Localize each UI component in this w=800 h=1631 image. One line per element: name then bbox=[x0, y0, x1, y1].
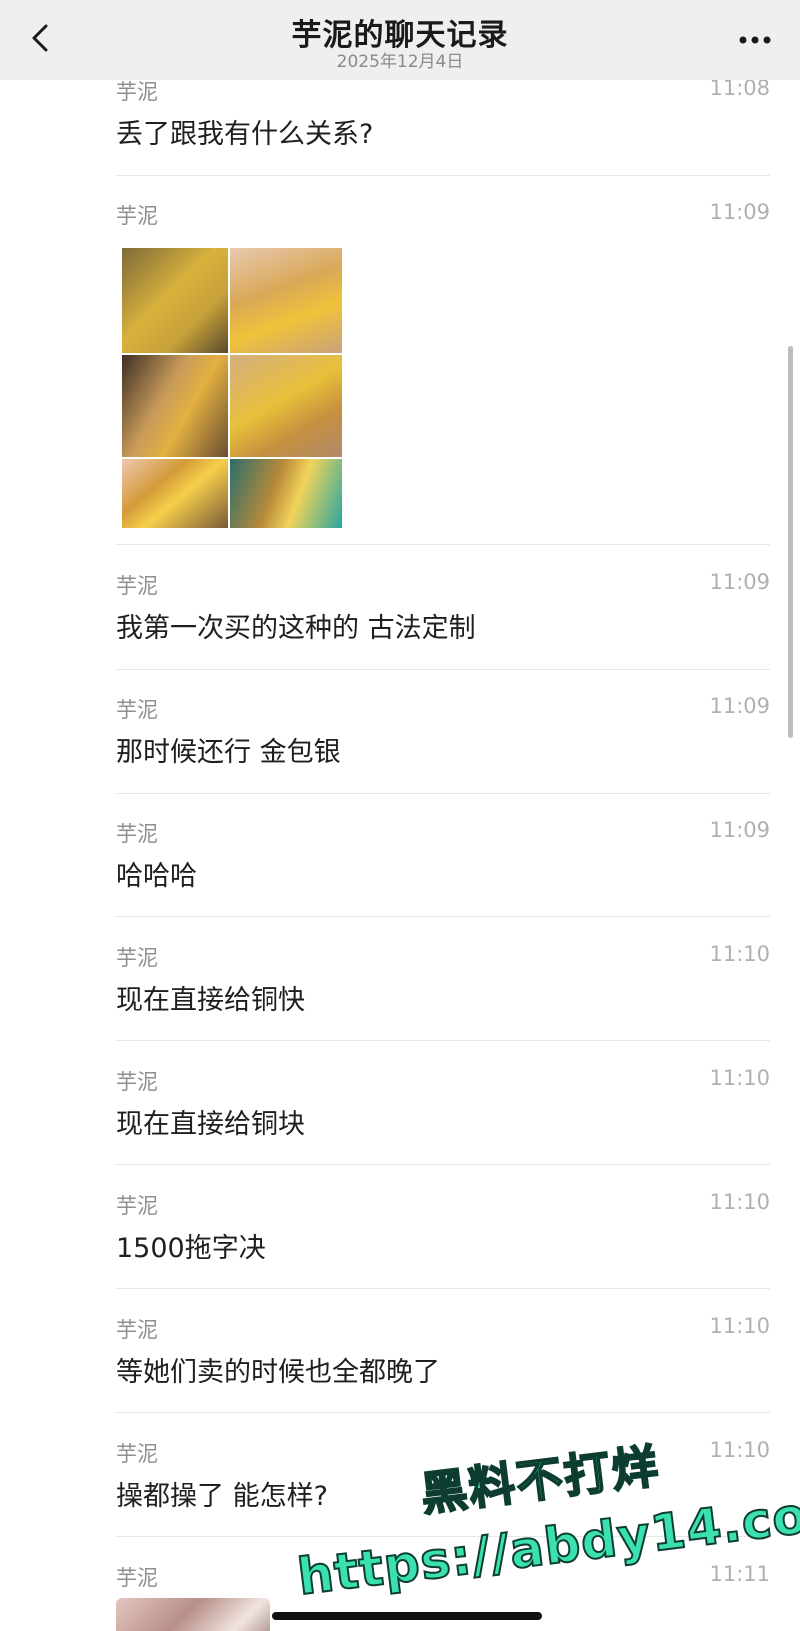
message-image-thumbnail[interactable] bbox=[116, 1598, 270, 1631]
gold-charm-photo bbox=[229, 354, 343, 458]
message-sender: 芋泥 bbox=[116, 1566, 158, 1590]
message-item[interactable]: 芋泥 11:09 那时候还行 金包银 bbox=[116, 694, 770, 794]
message-time: 11:09 bbox=[709, 570, 770, 594]
gold-pendant-photo bbox=[121, 247, 229, 354]
photo-collage-image[interactable] bbox=[121, 247, 343, 529]
message-sender: 芋泥 bbox=[116, 1318, 158, 1342]
message-sender: 芋泥 bbox=[116, 1442, 158, 1466]
message-sender: 芋泥 bbox=[116, 574, 158, 598]
message-text: 那时候还行 金包银 bbox=[116, 737, 341, 768]
message-text: 现在直接给铜块 bbox=[116, 1109, 305, 1140]
page-subtitle-date: 2025年12月4日 bbox=[336, 52, 464, 72]
message-time: 11:10 bbox=[709, 1438, 770, 1462]
home-indicator[interactable] bbox=[272, 1612, 542, 1620]
more-dots-icon bbox=[739, 36, 771, 44]
gold-bracelet-photo bbox=[121, 354, 229, 458]
message-item[interactable]: 芋泥 11:09 哈哈哈 bbox=[116, 818, 770, 917]
message-time: 11:10 bbox=[709, 1066, 770, 1090]
message-text: 现在直接给铜快 bbox=[116, 985, 305, 1016]
message-item[interactable]: 芋泥 11:10 现在直接给铜快 bbox=[116, 942, 770, 1041]
message-item[interactable]: 芋泥 11:10 操都操了 能怎样? bbox=[116, 1438, 770, 1537]
message-text: 1500拖字决 bbox=[116, 1233, 266, 1264]
message-time: 11:10 bbox=[709, 942, 770, 966]
message-sender: 芋泥 bbox=[116, 204, 158, 228]
message-sender: 芋泥 bbox=[116, 822, 158, 846]
message-item[interactable]: 芋泥 11:09 我第一次买的这种的 古法定制 bbox=[116, 570, 770, 670]
message-item[interactable]: 芋泥 11:09 bbox=[116, 200, 770, 545]
message-item[interactable]: 芋泥 11:10 等她们卖的时候也全都晚了 bbox=[116, 1314, 770, 1413]
message-time: 11:10 bbox=[709, 1190, 770, 1214]
chat-record-list: 芋泥 11:08 丢了跟我有什么关系? 芋泥 11:09 芋泥 11:09 我第… bbox=[0, 0, 800, 1631]
message-time: 11:10 bbox=[709, 1314, 770, 1338]
message-time: 11:09 bbox=[709, 818, 770, 842]
message-time: 11:09 bbox=[709, 200, 770, 224]
message-text: 操都操了 能怎样? bbox=[116, 1481, 328, 1512]
message-text: 我第一次买的这种的 古法定制 bbox=[116, 613, 476, 644]
message-item[interactable]: 芋泥 11:10 1500拖字决 bbox=[116, 1190, 770, 1289]
scrollbar[interactable] bbox=[788, 346, 793, 738]
message-sender: 芋泥 bbox=[116, 946, 158, 970]
message-time: 11:11 bbox=[709, 1562, 770, 1586]
message-sender: 芋泥 bbox=[116, 698, 158, 722]
gold-bar-photo bbox=[229, 247, 343, 354]
nav-header: 芋泥的聊天记录 2025年12月4日 bbox=[0, 0, 800, 80]
message-text: 哈哈哈 bbox=[116, 861, 197, 892]
message-item[interactable]: 芋泥 11:10 现在直接给铜块 bbox=[116, 1066, 770, 1165]
message-sender: 芋泥 bbox=[116, 1070, 158, 1094]
message-text: 丢了跟我有什么关系? bbox=[116, 119, 374, 150]
message-item[interactable]: 芋泥 11:11 bbox=[116, 1562, 770, 1631]
message-text: 等她们卖的时候也全都晚了 bbox=[116, 1357, 440, 1388]
message-time: 11:09 bbox=[709, 694, 770, 718]
more-button[interactable] bbox=[732, 22, 778, 58]
message-sender: 芋泥 bbox=[116, 1194, 158, 1218]
message-item[interactable]: 芋泥 11:08 丢了跟我有什么关系? bbox=[116, 76, 770, 176]
message-sender: 芋泥 bbox=[116, 80, 158, 104]
gold-items-photo bbox=[229, 458, 343, 529]
gold-bangle-photo bbox=[121, 458, 229, 529]
